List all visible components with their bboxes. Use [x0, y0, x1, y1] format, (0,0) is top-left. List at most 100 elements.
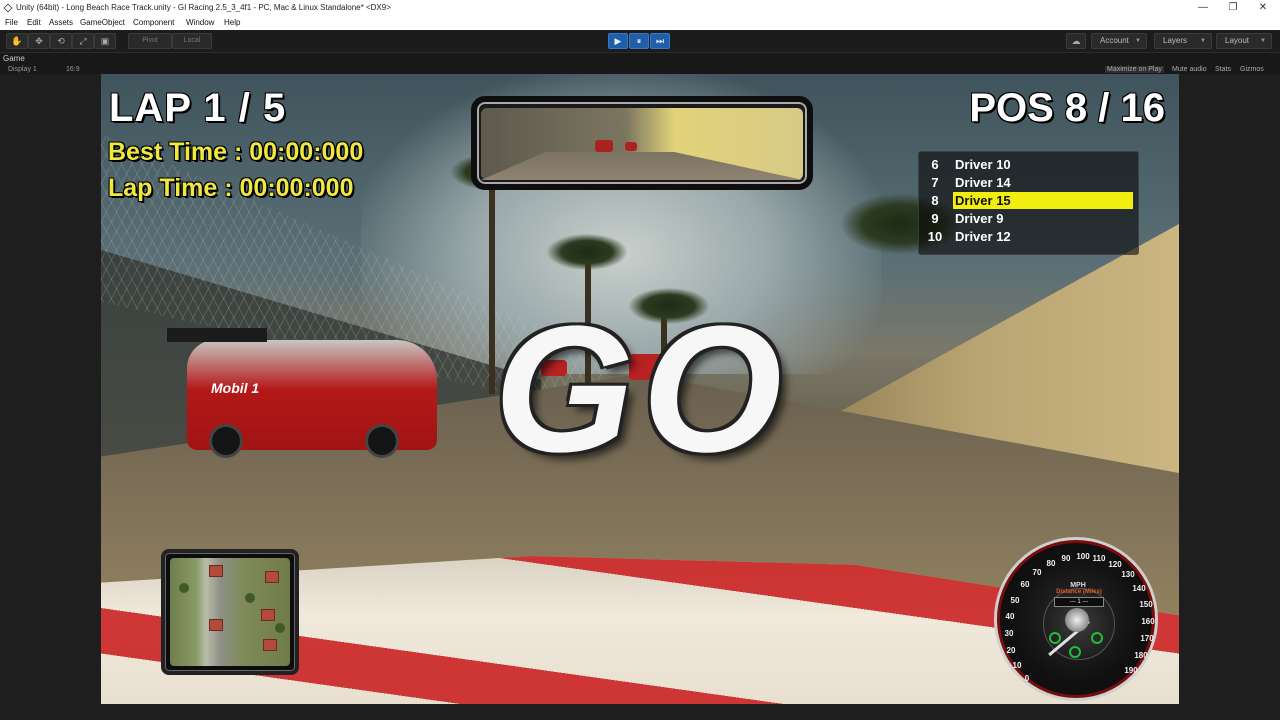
- maximize-button[interactable]: ❐: [1218, 0, 1248, 16]
- rect-tool-icon[interactable]: ▣: [94, 33, 116, 49]
- account-dropdown[interactable]: Account ▼: [1091, 33, 1147, 49]
- tab-game[interactable]: Game: [3, 54, 25, 63]
- mirror-car: [625, 142, 637, 151]
- menu-file[interactable]: File: [5, 16, 18, 30]
- speed-tick: 20: [1006, 646, 1016, 655]
- speed-tick: 30: [1004, 629, 1014, 638]
- wheel: [209, 424, 243, 458]
- lap-counter: LAP 1 / 5: [109, 86, 287, 130]
- speed-tick: 150: [1139, 600, 1153, 609]
- needle-hub: [1065, 608, 1089, 632]
- game-view-header: Game Display 1 16:9 Maximize on Play Mut…: [0, 52, 1280, 74]
- speed-tick: 0: [1024, 674, 1030, 683]
- map-building: [265, 571, 279, 583]
- minimap: [161, 549, 299, 675]
- mirror-car: [595, 140, 613, 152]
- driver-name: Driver 9: [955, 211, 1004, 226]
- menu-window[interactable]: Window: [186, 16, 214, 30]
- menu-assets[interactable]: Assets: [49, 16, 73, 30]
- move-tool-icon[interactable]: ✥: [28, 33, 50, 49]
- speed-tick: 50: [1010, 596, 1020, 605]
- mute-audio-toggle[interactable]: Mute audio: [1172, 66, 1207, 73]
- layers-label: Layers: [1163, 36, 1188, 45]
- speed-tick: 140: [1132, 584, 1146, 593]
- speed-tick: 10: [1012, 661, 1022, 670]
- pivot-toggle[interactable]: Pivot: [128, 33, 172, 49]
- window-title-bar: Unity (64bit) - Long Beach Race Track.un…: [0, 0, 1280, 16]
- menu-bar: File Edit Assets GameObject Component Wi…: [0, 16, 1280, 30]
- map-tree: [179, 583, 189, 593]
- layout-label: Layout: [1225, 36, 1250, 45]
- minimize-button[interactable]: —: [1188, 0, 1218, 16]
- opponent-car-left: Mobil 1: [167, 328, 437, 458]
- aspect-dropdown[interactable]: 16:9: [66, 66, 80, 73]
- rank-number: 8: [931, 193, 939, 208]
- map-building: [209, 619, 223, 631]
- pause-button[interactable]: ⏸: [629, 33, 649, 49]
- ranking-row: 9 Driver 9: [919, 210, 1140, 227]
- driver-name: Driver 12: [955, 229, 1011, 244]
- speed-tick: 160: [1141, 617, 1155, 626]
- toolbar: ✋ ✥ ⟲ ⤢ ▣ Pivot Local ▶ ⏸ ⏭ ☁ Account ▼ L…: [0, 30, 1280, 52]
- distance-label: Distance (Miles): [1056, 589, 1102, 595]
- hand-tool-icon[interactable]: ✋: [6, 33, 28, 49]
- map-building: [209, 565, 223, 577]
- indicator-light-icon: [1069, 646, 1081, 658]
- ranking-row: 10 Driver 12: [919, 228, 1140, 245]
- rotate-tool-icon[interactable]: ⟲: [50, 33, 72, 49]
- speed-tick: 120: [1108, 560, 1122, 569]
- close-button[interactable]: ✕: [1248, 0, 1278, 16]
- layers-dropdown[interactable]: Layers ▼: [1154, 33, 1212, 49]
- indicator-light-icon: [1091, 632, 1103, 644]
- speed-tick: 190: [1124, 666, 1138, 675]
- race-position: POS 8 / 16: [969, 86, 1165, 130]
- menu-component[interactable]: Component: [133, 16, 174, 30]
- stats-toggle[interactable]: Stats: [1215, 66, 1231, 73]
- driver-name: Driver 10: [955, 157, 1011, 172]
- layout-dropdown[interactable]: Layout ▼: [1216, 33, 1272, 49]
- map-tree: [245, 593, 255, 603]
- map-building: [261, 609, 275, 621]
- speedometer: 0 10 20 30 40 50 60 70 80 90 100 110 120…: [994, 537, 1158, 701]
- ranking-row: 7 Driver 14: [919, 174, 1140, 191]
- chevron-down-icon: ▼: [1135, 38, 1141, 44]
- play-button[interactable]: ▶: [608, 33, 628, 49]
- countdown-text: GO: [493, 289, 791, 490]
- speed-tick: 60: [1020, 580, 1030, 589]
- driver-name: Driver 14: [955, 175, 1011, 190]
- unity-logo-icon: [3, 3, 13, 13]
- speed-tick: 170: [1140, 634, 1154, 643]
- wheel: [365, 424, 399, 458]
- scale-tool-icon[interactable]: ⤢: [72, 33, 94, 49]
- rank-number: 6: [931, 157, 939, 172]
- speed-tick: 180: [1134, 651, 1148, 660]
- window-title: Unity (64bit) - Long Beach Race Track.un…: [16, 3, 391, 12]
- local-toggle[interactable]: Local: [172, 33, 212, 49]
- best-time: Best Time : 00:00:000: [108, 138, 364, 166]
- menu-help[interactable]: Help: [224, 16, 240, 30]
- rear-wing: [167, 328, 267, 342]
- gizmos-dropdown[interactable]: Gizmos: [1240, 66, 1264, 73]
- menu-gameobject[interactable]: GameObject: [80, 16, 125, 30]
- rank-number: 9: [931, 211, 939, 226]
- speed-tick: 40: [1005, 612, 1015, 621]
- menu-edit[interactable]: Edit: [27, 16, 41, 30]
- map-tree: [275, 623, 285, 633]
- distance-value: --- 1 ---: [1054, 597, 1104, 607]
- speed-tick: 130: [1121, 570, 1135, 579]
- cloud-icon[interactable]: ☁: [1066, 33, 1086, 49]
- game-viewport[interactable]: Mobil 1 LAP 1 / 5 Best Time : 00:00:000 …: [101, 74, 1179, 704]
- chevron-down-icon: ▼: [1200, 38, 1206, 44]
- rank-number: 7: [931, 175, 939, 190]
- maximize-on-play-toggle[interactable]: Maximize on Play: [1105, 66, 1164, 73]
- step-button[interactable]: ⏭: [650, 33, 670, 49]
- display-dropdown[interactable]: Display 1: [8, 66, 37, 73]
- rear-view-mirror: [471, 96, 813, 190]
- map-building: [263, 639, 277, 651]
- chevron-down-icon: ▼: [1260, 38, 1266, 44]
- rank-number: 10: [927, 229, 943, 244]
- indicator-light-icon: [1049, 632, 1061, 644]
- ranking-row-player: 8 Driver 15: [919, 192, 1140, 209]
- car-sponsor-text: Mobil 1: [211, 380, 260, 396]
- ranking-panel: 6 Driver 10 7 Driver 14 8 Driver 15 9 Dr…: [918, 151, 1139, 255]
